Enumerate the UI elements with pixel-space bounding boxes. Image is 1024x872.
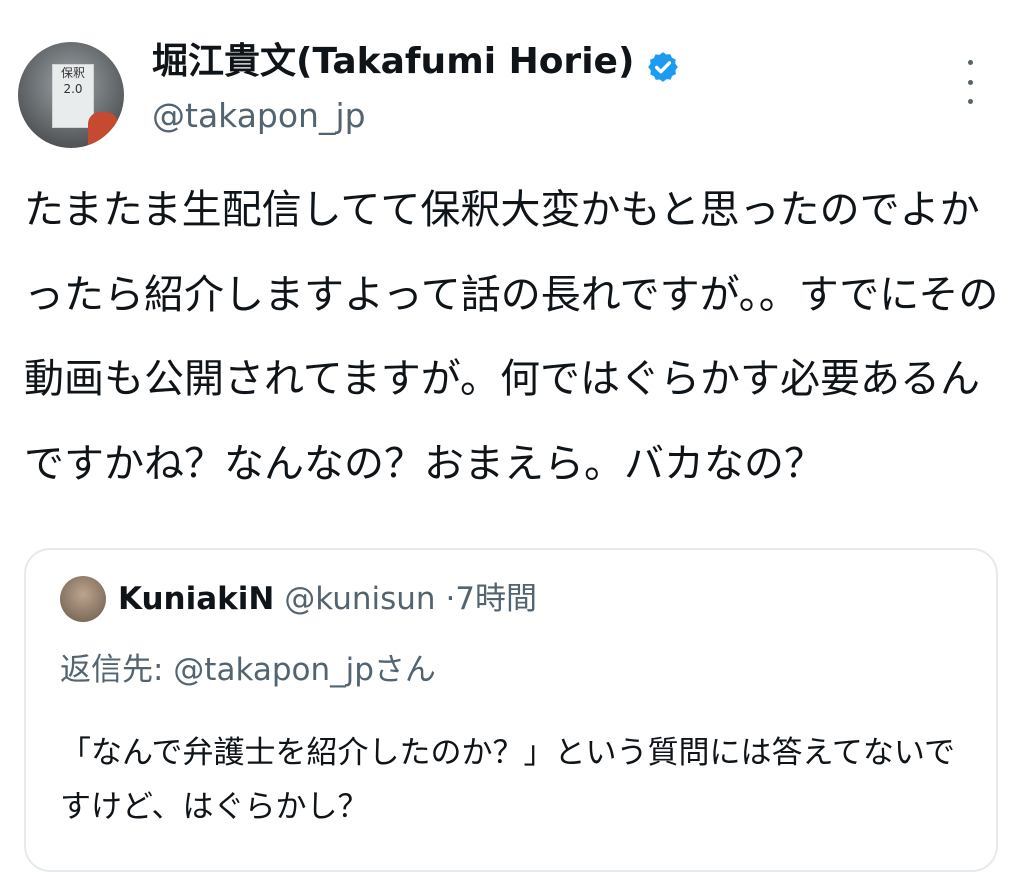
avatar[interactable]: 保釈 2.0 (18, 42, 124, 148)
quoted-reply-to: 返信先: @takapon_jpさん (60, 652, 436, 688)
quoted-separator: · (445, 581, 456, 617)
more-options-icon[interactable] (960, 60, 980, 104)
quoted-author-name[interactable]: KuniakiN (118, 581, 274, 617)
quoted-tweet[interactable]: KuniakiN @kunisun ·7時間 返信先: @takapon_jpさ… (24, 548, 998, 872)
quoted-avatar[interactable] (60, 576, 106, 622)
quoted-header: KuniakiN @kunisun ·7時間 (118, 576, 537, 622)
avatar-person (88, 112, 118, 148)
quoted-handle[interactable]: @kunisun (284, 581, 435, 617)
quoted-text: 「なんで弁護士を紹介したのか？」という質問には答えてないですけど、はぐらかし？ (60, 735, 955, 825)
quoted-time[interactable]: 7時間 (455, 581, 537, 617)
avatar-card: 保釈 2.0 (52, 64, 94, 128)
author-handle[interactable]: @takapon_jp (152, 92, 366, 140)
tweet-text: たまたま生配信してて保釈大変かもと思ったのでよかったら紹介しますよって話の長れで… (24, 187, 999, 487)
verified-badge-icon (648, 52, 678, 82)
author-display-name[interactable]: 堀江貴文(Takafumi Horie) (152, 36, 634, 88)
